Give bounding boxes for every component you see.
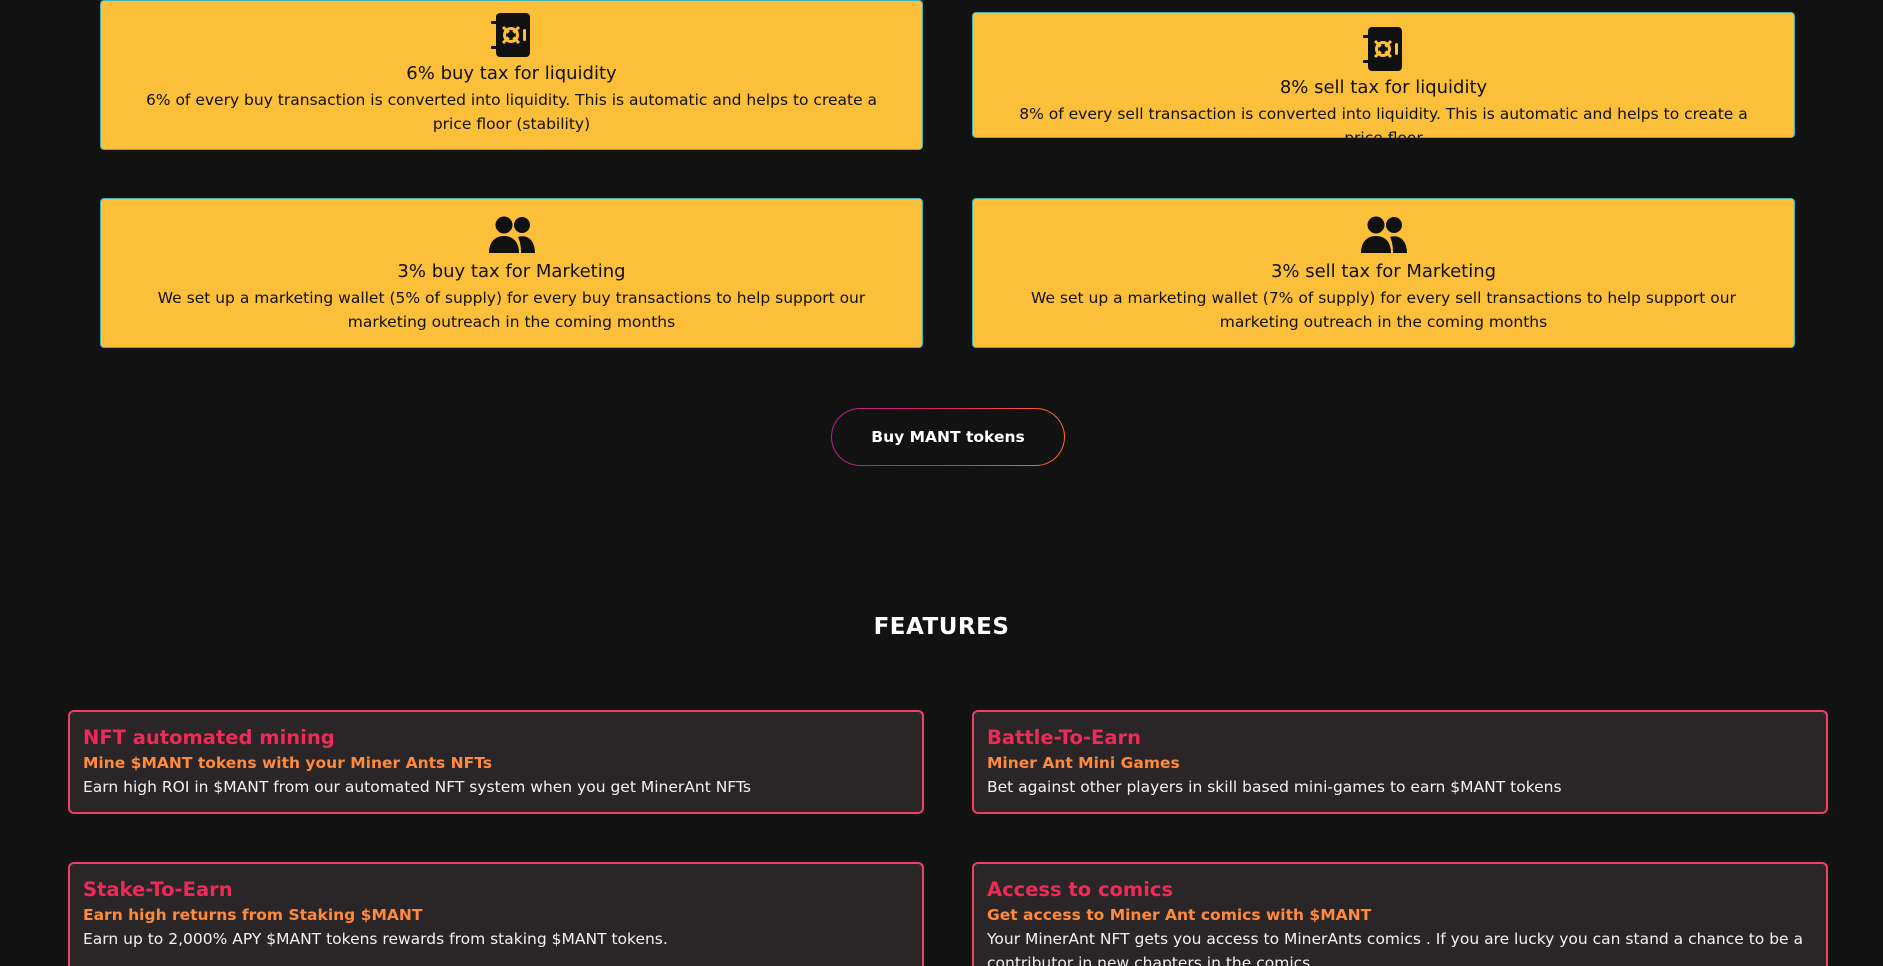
feature-subtitle: Miner Ant Mini Games bbox=[987, 754, 1180, 772]
tax-description: 8% of every sell transaction is converte… bbox=[1019, 105, 1748, 147]
feature-card-access-to-comics: Access to comics Get access to Miner Ant… bbox=[972, 862, 1828, 966]
users-icon bbox=[1360, 216, 1407, 253]
users-icon bbox=[488, 216, 535, 253]
safe-icon bbox=[1362, 27, 1402, 71]
feature-title: Access to comics bbox=[987, 878, 1174, 901]
page: 6% buy tax for liquidity 6% of every buy… bbox=[0, 0, 1883, 966]
tax-description: We set up a marketing wallet (5% of supp… bbox=[157, 289, 866, 331]
feature-subtitle: Mine $MANT tokens with your Miner Ants N… bbox=[83, 754, 492, 772]
feature-card-nft-mining: NFT automated mining Mine $MANT tokens w… bbox=[68, 710, 924, 814]
feature-description: Earn high ROI in $MANT from our automate… bbox=[83, 778, 751, 796]
feature-subtitle: Get access to Miner Ant comics with $MAN… bbox=[987, 906, 1372, 924]
feature-title: Stake-To-Earn bbox=[83, 878, 233, 901]
tax-card-buy-marketing: 3% buy tax for Marketing We set up a mar… bbox=[100, 198, 923, 348]
tax-title: 8% sell tax for liquidity bbox=[1279, 77, 1488, 98]
feature-description: Your MinerAnt NFT gets you access to Min… bbox=[987, 930, 1804, 966]
tax-description: 6% of every buy transaction is converted… bbox=[145, 91, 878, 133]
buy-mant-tokens-button[interactable]: Buy MANT tokens bbox=[831, 408, 1065, 466]
feature-title: Battle-To-Earn bbox=[987, 726, 1141, 749]
feature-description: Bet against other players in skill based… bbox=[987, 778, 1562, 796]
feature-description: Earn up to 2,000% APY $MANT tokens rewar… bbox=[83, 930, 668, 948]
tax-title: 3% buy tax for Marketing bbox=[397, 261, 626, 282]
tax-card-sell-marketing: 3% sell tax for Marketing We set up a ma… bbox=[972, 198, 1795, 348]
feature-subtitle: Earn high returns from Staking $MANT bbox=[83, 906, 423, 924]
tax-title: 3% sell tax for Marketing bbox=[1270, 261, 1497, 282]
features-heading: FEATURES bbox=[873, 614, 1010, 640]
feature-card-battle-to-earn: Battle-To-Earn Miner Ant Mini Games Bet … bbox=[972, 710, 1828, 814]
tax-card-buy-liquidity: 6% buy tax for liquidity 6% of every buy… bbox=[100, 0, 923, 150]
tax-title: 6% buy tax for liquidity bbox=[406, 63, 617, 84]
feature-title: NFT automated mining bbox=[83, 726, 335, 749]
tax-card-sell-liquidity: 8% sell tax for liquidity 8% of every se… bbox=[972, 12, 1795, 147]
safe-icon bbox=[490, 13, 530, 57]
feature-card-stake-to-earn: Stake-To-Earn Earn high returns from Sta… bbox=[68, 862, 924, 966]
tax-description: We set up a marketing wallet (7% of supp… bbox=[1031, 289, 1736, 331]
